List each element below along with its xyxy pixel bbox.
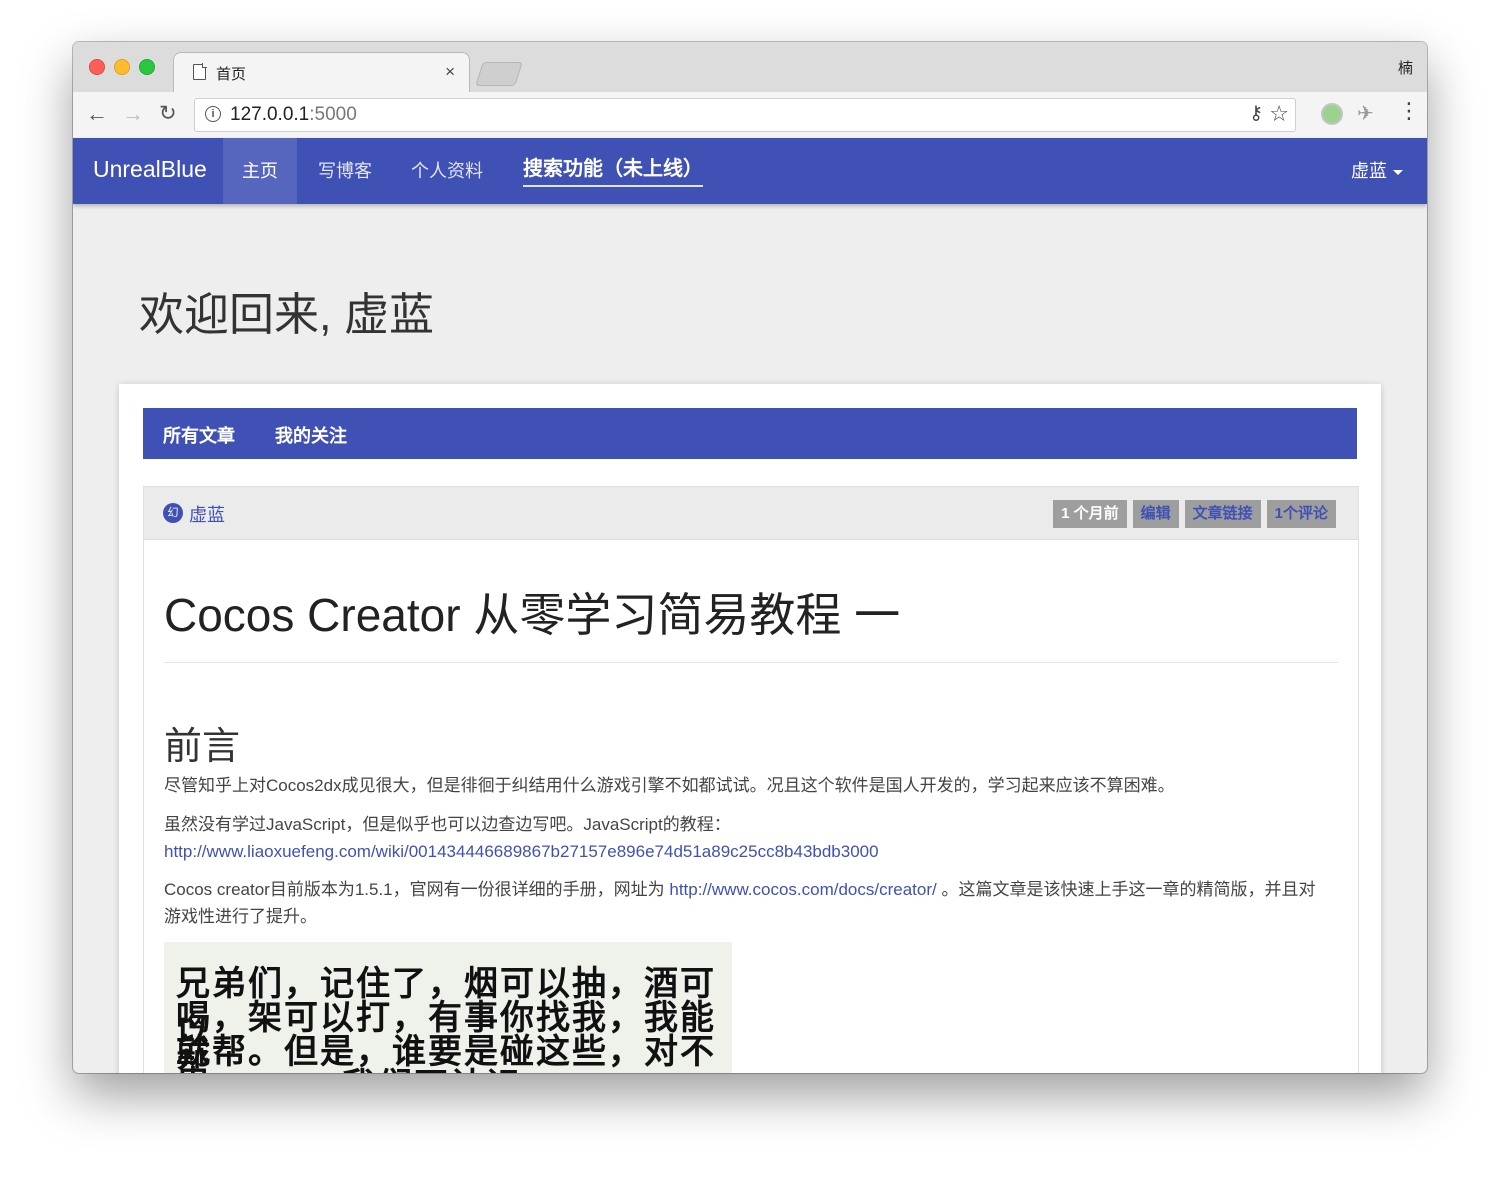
permalink-button[interactable]: 文章链接 — [1184, 500, 1261, 528]
section-heading: 前言 — [164, 726, 241, 768]
user-name: 虚蓝 — [1351, 161, 1387, 181]
nav-search[interactable]: 搜索功能（未上线） — [523, 153, 703, 187]
meme-text-line: 我们不认识 — [342, 1058, 522, 1073]
tutorial-link[interactable]: http://www.liaoxuefeng.com/wiki/00143444… — [164, 842, 879, 861]
post-badges: 1 个月前 编辑 文章链接 1个评论 — [1053, 500, 1336, 528]
tab-title: 首页 — [216, 66, 247, 83]
post-item: 幻 虚蓝 1 个月前 编辑 文章链接 1个评论 Cocos Creator 从零… — [143, 486, 1359, 1073]
post-author[interactable]: 虚蓝 — [189, 501, 225, 527]
address-bar[interactable]: i 127.0.0.1:5000 ⚷ ☆ — [194, 98, 1296, 132]
tab-strip: 首页 × 楠 — [73, 42, 1427, 93]
nav-write-blog[interactable]: 写博客 — [318, 138, 372, 204]
window-maximize-button[interactable] — [139, 59, 155, 75]
paragraph-intro: 尽管知乎上对Cocos2dx成见很大，但是徘徊于纠结用什么游戏引擎不如都试试。况… — [164, 776, 1175, 795]
comments-button[interactable]: 1个评论 — [1266, 500, 1336, 528]
site-navbar: UnrealBlue 主页 写博客 个人资料 搜索功能（未上线） 虚蓝 — [73, 138, 1427, 204]
browser-toolbar: ← → ↻ i 127.0.0.1:5000 ⚷ ☆ ✈ ⋮ — [73, 92, 1427, 139]
tab-following[interactable]: 我的关注 — [275, 422, 347, 448]
url-text[interactable]: 127.0.0.1:5000 — [230, 104, 357, 126]
tab-all-posts[interactable]: 所有文章 — [163, 422, 235, 448]
reload-icon[interactable]: ↻ — [159, 102, 177, 126]
meme-image: 兄弟们，记住了，烟可以抽，酒可以 喝，架可以打，有事你找我，我能帮 就帮。但是，… — [164, 942, 732, 1073]
paragraph-cocos: Cocos creator目前版本为1.5.1，官网有一份很详细的手册，网址为 … — [164, 876, 1324, 930]
welcome-heading: 欢迎回来, 虚蓝 — [139, 289, 435, 340]
url-host: 127.0.0.1 — [230, 104, 310, 125]
extension-icon[interactable] — [1321, 103, 1343, 125]
profile-name[interactable]: 楠 — [1398, 57, 1413, 78]
forward-arrow-icon[interactable]: → — [122, 102, 144, 126]
browser-window: 首页 × 楠 ← → ↻ i 127.0.0.1:5000 ⚷ ☆ ✈ ⋮ Un… — [73, 42, 1427, 1073]
window-minimize-button[interactable] — [114, 59, 130, 75]
post-time-badge: 1 个月前 — [1053, 500, 1127, 528]
post-header: 幻 虚蓝 1 个月前 编辑 文章链接 1个评论 — [144, 487, 1358, 540]
paragraph-text: Cocos creator目前版本为1.5.1，官网有一份很详细的手册，网址为 — [164, 880, 670, 899]
new-tab-button[interactable] — [475, 62, 523, 86]
key-icon[interactable]: ⚷ — [1249, 102, 1263, 125]
page-icon — [193, 64, 206, 80]
bookmark-star-icon[interactable]: ☆ — [1269, 101, 1289, 127]
back-arrow-icon[interactable]: ← — [86, 102, 108, 126]
avatar-icon[interactable]: 幻 — [163, 503, 183, 523]
post-title: Cocos Creator 从零学习简易教程 一 — [164, 589, 901, 641]
nav-home[interactable]: 主页 — [223, 138, 297, 204]
window-close-button[interactable] — [89, 59, 105, 75]
posts-card: 所有文章 我的关注 幻 虚蓝 1 个月前 编辑 文章链接 1个评论 Cocos … — [119, 384, 1381, 1073]
paragraph-text: 虽然没有学过JavaScript，但是似乎也可以边查边写吧。JavaScript… — [164, 815, 731, 834]
edit-button[interactable]: 编辑 — [1132, 500, 1179, 528]
divider — [164, 662, 1338, 663]
kebab-menu-icon[interactable]: ⋮ — [1398, 99, 1420, 123]
url-port: :5000 — [309, 104, 357, 125]
cocos-docs-link[interactable]: http://www.cocos.com/docs/creator/ — [669, 880, 936, 899]
posts-tabs: 所有文章 我的关注 — [143, 408, 1357, 459]
extension-bird-icon[interactable]: ✈ — [1357, 101, 1374, 126]
nav-profile[interactable]: 个人资料 — [411, 138, 483, 204]
tab-close-icon[interactable]: × — [445, 62, 455, 82]
paragraph-javascript: 虽然没有学过JavaScript，但是似乎也可以边查边写吧。JavaScript… — [164, 811, 1324, 865]
user-menu[interactable]: 虚蓝 — [1351, 138, 1403, 204]
browser-tab-active[interactable]: 首页 × — [173, 52, 470, 93]
caret-down-icon — [1393, 169, 1403, 175]
brand-logo[interactable]: UnrealBlue — [93, 156, 207, 183]
info-icon[interactable]: i — [205, 106, 221, 122]
